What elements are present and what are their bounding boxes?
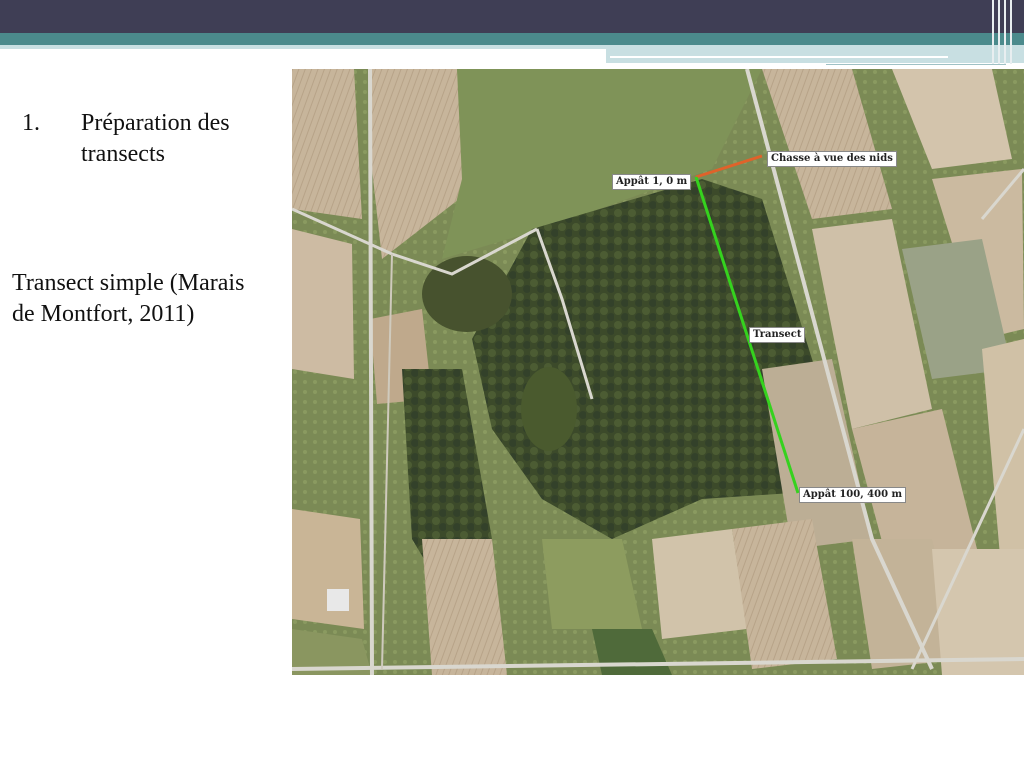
header-band-line [610, 56, 948, 58]
header-band-line-thin [826, 64, 1006, 65]
header-corner-stripes [990, 0, 1024, 64]
slide-paragraph: Transect simple (Marais de Montfort, 201… [12, 270, 245, 327]
list-item-number: 1. [22, 110, 40, 136]
header-band-right [606, 45, 1024, 63]
header-band-left [0, 45, 606, 49]
label-transect: Transect [749, 327, 806, 343]
list-item: 1. Préparation des transects [22, 108, 281, 170]
aerial-map-drawing [292, 69, 1024, 675]
header-bar-teal [0, 33, 1024, 45]
label-nest-search: Chasse à vue des nids [767, 151, 897, 167]
list-item-text: Préparation des transects [81, 110, 230, 167]
header-bar-dark [0, 0, 1024, 33]
label-bait-end: Appât 100, 400 m [799, 487, 907, 503]
aerial-map-image: Chasse à vue des nids Appât 1, 0 m Trans… [292, 69, 1024, 675]
slide-list: 1. Préparation des transects [22, 108, 281, 170]
label-bait-start: Appât 1, 0 m [612, 174, 692, 190]
